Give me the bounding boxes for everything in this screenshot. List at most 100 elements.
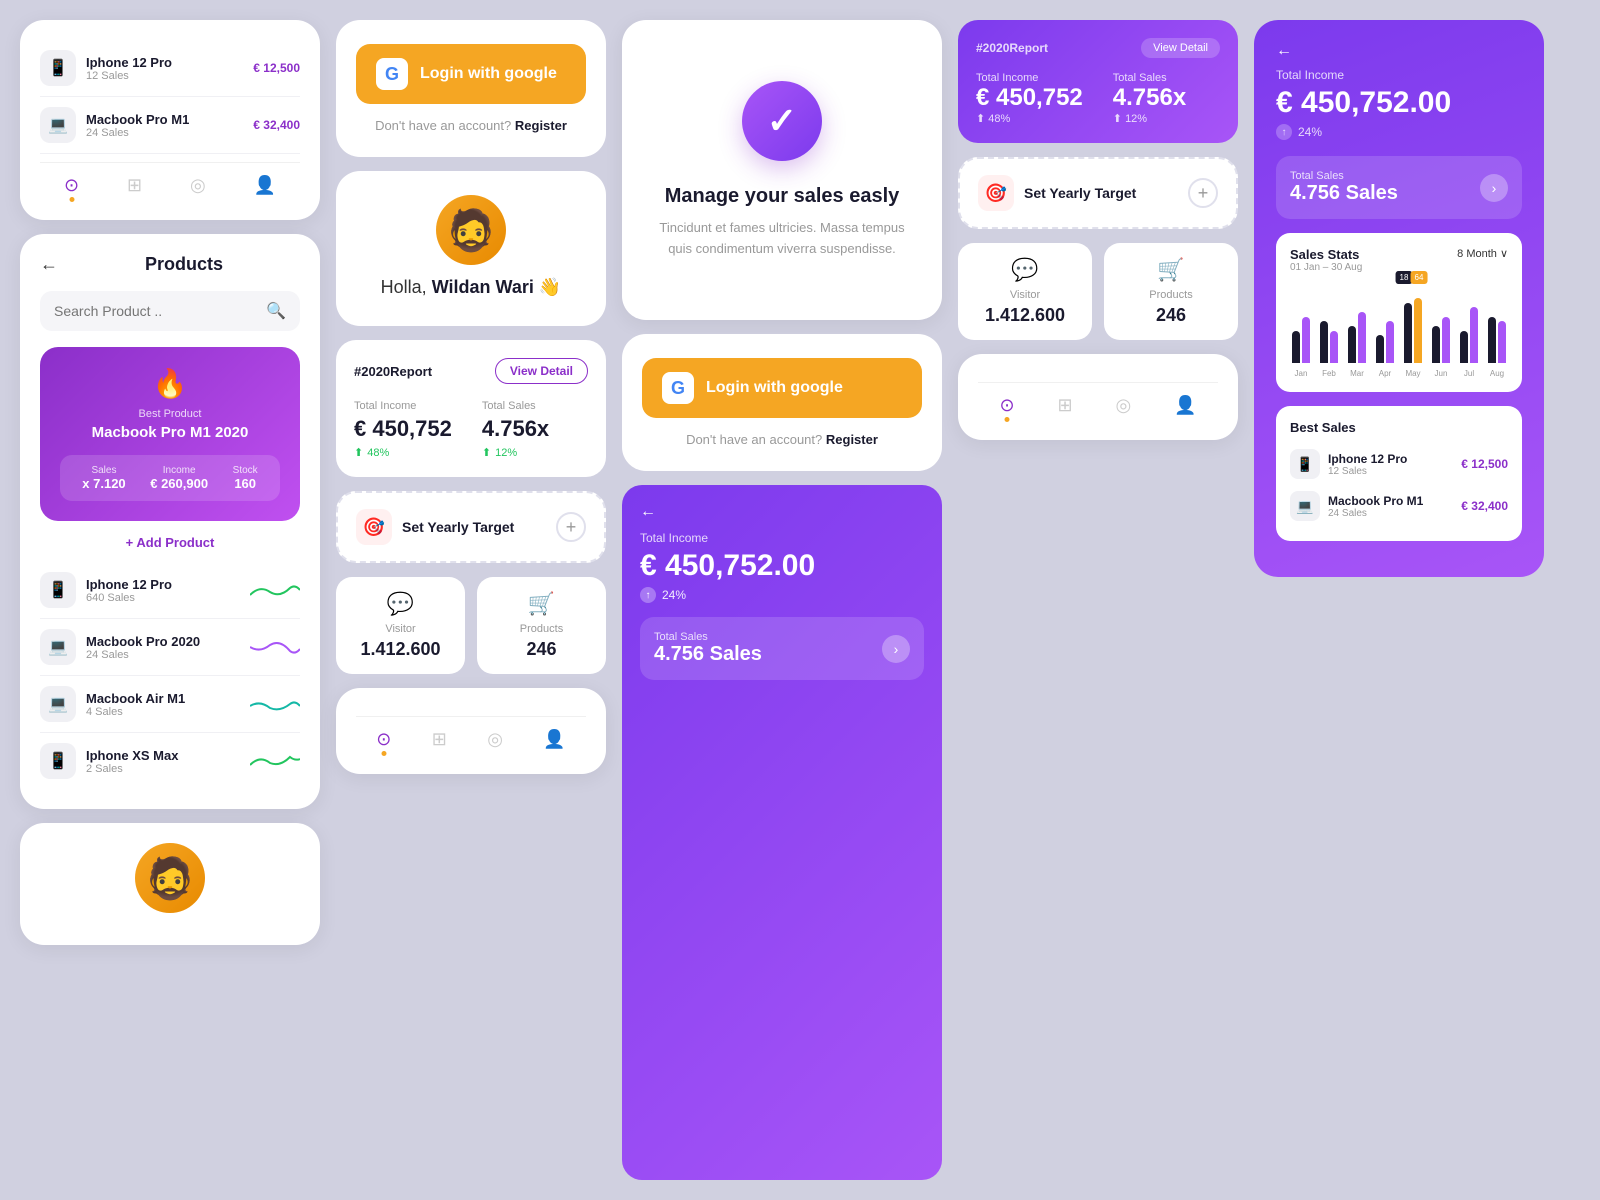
nav-grid-icon[interactable]: ⊞ [127, 175, 142, 196]
column-4: #2020Report View Detail Total Income € 4… [958, 20, 1238, 1180]
sparkline [250, 694, 300, 714]
dark-bar [1404, 303, 1412, 363]
report-tag: #2020Report [354, 364, 432, 379]
product-item: 📱 Iphone 12 Pro 12 Sales € 12,500 [40, 40, 300, 97]
income-sub: ↑ 24% [1276, 124, 1522, 140]
nav-wallet-icon[interactable]: ◎ [487, 729, 503, 750]
nav-profile-icon[interactable]: 👤 [543, 729, 565, 750]
purple-bar [1414, 298, 1422, 363]
nav-home-icon[interactable]: ⊙ [999, 395, 1014, 416]
bar-pair [1488, 293, 1506, 363]
dark-bar [1320, 321, 1328, 363]
visitor-stat-box: 💬 Visitor 1.412.600 [336, 577, 465, 674]
view-detail-btn[interactable]: View Detail [495, 358, 588, 384]
purple-bar [1470, 307, 1478, 363]
nav-profile-icon[interactable]: 👤 [254, 175, 276, 196]
product-info: Iphone 12 Pro 12 Sales [1328, 452, 1453, 477]
google-icon: G [662, 372, 694, 404]
login-footer: Don't have an account? Register [356, 118, 586, 133]
canvas: 📱 Iphone 12 Pro 12 Sales € 12,500 💻 Macb… [0, 0, 1600, 1200]
product-list-item: 📱 Iphone XS Max 2 Sales [40, 733, 300, 789]
rcp-income: Total Income € 450,752 ⬆ 48% [976, 72, 1083, 125]
products-icon: 🛒 [1118, 257, 1224, 283]
yearly-target-label: Set Yearly Target [402, 519, 514, 535]
bar-pair [1432, 293, 1450, 363]
avatar-bottom-card: 🧔 [20, 823, 320, 945]
search-icon: 🔍 [266, 301, 286, 321]
add-target-btn[interactable]: + [1188, 178, 1218, 208]
bar-pair [1292, 293, 1310, 363]
target-icon: 🎯 [978, 175, 1014, 211]
products-stat-box-col4: 🛒 Products 246 [1104, 243, 1238, 340]
product-icon: 📱 [40, 743, 76, 779]
column-3: ✓ Manage your sales easly Tincidunt et f… [622, 20, 942, 1180]
nav-home-icon[interactable]: ⊙ [376, 729, 391, 750]
nav-wallet-icon[interactable]: ◎ [1115, 395, 1131, 416]
best-product-label: Best Product [60, 408, 280, 420]
purple-bar [1358, 312, 1366, 363]
dark-bar [1292, 331, 1300, 364]
add-product-btn[interactable]: + Add Product [40, 535, 300, 550]
sparkline [250, 751, 300, 771]
visitor-icon: 💬 [972, 257, 1078, 283]
products-header: ← Products [40, 254, 300, 275]
register-link[interactable]: Register [515, 118, 567, 133]
right-column: ← Total Income € 450,752.00 ↑ 24% Total … [1254, 20, 1544, 1180]
search-box[interactable]: 🔍 [40, 291, 300, 331]
login-footer-col3: Don't have an account? Register [642, 432, 922, 447]
rcp-header: #2020Report View Detail [976, 38, 1220, 58]
chart-bars: 1864 [1290, 283, 1508, 363]
rcp-tag: #2020Report [976, 41, 1048, 55]
purple-bar [1302, 317, 1310, 363]
back-btn[interactable]: ← [1276, 42, 1522, 60]
nav-card-col4: ⊙ ⊞ ◎ 👤 [958, 354, 1238, 440]
up-icon: ↑ [1276, 124, 1292, 140]
best-sales-section: Best Sales 📱 Iphone 12 Pro 12 Sales € 12… [1276, 406, 1522, 541]
product-icon: 📱 [1290, 449, 1320, 479]
column-1: 📱 Iphone 12 Pro 12 Sales € 12,500 💻 Macb… [20, 20, 320, 1180]
best-sale-item: 📱 Iphone 12 Pro 12 Sales € 12,500 [1290, 443, 1508, 485]
google-login-btn-col3[interactable]: G Login with google [642, 358, 922, 418]
register-link[interactable]: Register [826, 432, 878, 447]
nav-bar: ⊙ ⊞ ◎ 👤 [40, 162, 300, 200]
product-icon: 💻 [40, 107, 76, 143]
stat-sales: Sales x 7.120 [82, 465, 125, 491]
back-button[interactable]: ← [40, 254, 58, 275]
chart-bar-group [1290, 293, 1312, 363]
product-icon: 💻 [40, 686, 76, 722]
bar-pair [1320, 293, 1338, 363]
stats-row-col4: 💬 Visitor 1.412.600 🛒 Products 246 [958, 243, 1238, 340]
product-price: € 32,400 [253, 118, 300, 132]
nav-bar-col4: ⊙ ⊞ ◎ 👤 [978, 382, 1218, 420]
product-info: Macbook Pro M1 24 Sales [1328, 494, 1453, 519]
back-btn[interactable]: ← [640, 503, 656, 521]
report-header: #2020Report View Detail [354, 358, 588, 384]
onboard-title: Manage your sales easly [665, 185, 900, 208]
nav-wallet-icon[interactable]: ◎ [190, 175, 206, 196]
chart-label: May [1402, 369, 1424, 378]
purple-bar [1498, 321, 1506, 363]
period-select[interactable]: 8 Month ∨ [1457, 247, 1508, 273]
greeting: Holla, Wildan Wari 👋 [356, 277, 586, 298]
arrow-btn[interactable]: › [882, 635, 910, 663]
nav-grid-icon[interactable]: ⊞ [432, 729, 447, 750]
chart-label: Jul [1458, 369, 1480, 378]
add-target-btn[interactable]: + [556, 512, 586, 542]
bar-tooltip-2: 64 [1411, 271, 1428, 284]
search-input[interactable] [54, 303, 266, 319]
rcp-sales: Total Sales 4.756x ⬆ 12% [1113, 72, 1186, 125]
chart-label: Jun [1430, 369, 1452, 378]
stat-income: Income € 260,900 [150, 465, 208, 491]
nav-profile-icon[interactable]: 👤 [1174, 395, 1196, 416]
sales-arrow-btn[interactable]: › [1480, 174, 1508, 202]
rcp-view-btn[interactable]: View Detail [1141, 38, 1220, 58]
nav-grid-icon[interactable]: ⊞ [1057, 395, 1072, 416]
google-login-btn[interactable]: G Login with google [356, 44, 586, 104]
product-list-item: 💻 Macbook Pro 2020 24 Sales [40, 619, 300, 676]
onboard-card: ✓ Manage your sales easly Tincidunt et f… [622, 20, 942, 320]
chart-bar-group [1318, 293, 1340, 363]
nav-home-icon[interactable]: ⊙ [64, 175, 79, 196]
rcp-stats: Total Income € 450,752 ⬆ 48% Total Sales… [976, 72, 1220, 125]
best-product-banner: 🔥 Best Product Macbook Pro M1 2020 Sales… [40, 347, 300, 521]
avatar-face: 🧔 [145, 855, 195, 902]
